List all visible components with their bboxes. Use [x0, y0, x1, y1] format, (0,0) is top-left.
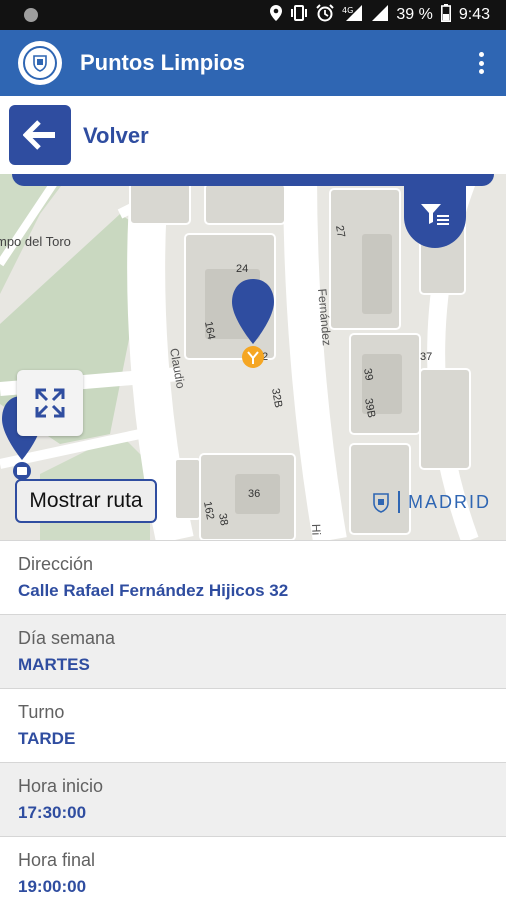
detail-value: 17:30:00	[18, 803, 87, 822]
detail-label: Turno	[18, 702, 65, 722]
map-building-number: 36	[248, 488, 260, 500]
detail-label: Hora final	[18, 850, 96, 870]
overflow-menu-button[interactable]	[476, 49, 486, 77]
detail-value: 19:00:00	[18, 877, 87, 896]
status-icons: 4G 39 % 9:43	[270, 0, 490, 30]
detail-row-shift: Turno TARDE	[0, 688, 506, 762]
filter-list-icon	[421, 204, 449, 225]
detail-row-weekday: Día semana MARTES	[0, 614, 506, 688]
map-place-label: mpo del Toro	[0, 234, 71, 249]
filter-button[interactable]	[404, 182, 466, 248]
map-street-label: Hi	[309, 524, 323, 536]
map-building-number: 39	[361, 367, 375, 381]
madrid-logo: MADRID	[372, 491, 491, 513]
madrid-logo-text: MADRID	[408, 491, 491, 512]
madrid-logo-divider	[398, 491, 400, 513]
more-vert-icon	[478, 52, 484, 57]
detail-row-end-time: Hora final 19:00:00	[0, 836, 506, 910]
detail-label: Dirección	[18, 554, 94, 574]
details-list: Dirección Calle Rafael Fernández Hijicos…	[0, 540, 506, 910]
alarm-icon	[316, 3, 335, 27]
map-building-number: 38	[216, 512, 230, 526]
vibrate-icon	[290, 4, 308, 26]
detail-value: MARTES	[18, 655, 90, 674]
arrow-left-icon	[23, 120, 55, 150]
app-logo	[18, 41, 62, 85]
detail-row-start-time: Hora inicio 17:30:00	[0, 762, 506, 836]
detail-label: Hora inicio	[18, 776, 104, 796]
detail-value: TARDE	[18, 729, 76, 748]
map-building-number: 37	[420, 351, 432, 363]
app-bar: Puntos Limpios	[0, 30, 506, 96]
detail-label: Día semana	[18, 628, 116, 648]
back-button[interactable]	[9, 105, 71, 165]
network-type: 4G	[342, 6, 353, 15]
signal-icon	[372, 4, 389, 26]
battery-percent: 39 %	[396, 6, 433, 23]
expand-arrows-icon	[35, 388, 65, 418]
map-building-number: 24	[236, 263, 248, 275]
show-route-button[interactable]: Mostrar ruta	[15, 479, 157, 523]
detail-row-address: Dirección Calle Rafael Fernández Hijicos…	[0, 540, 506, 614]
back-label[interactable]: Volver	[83, 123, 149, 149]
map-building-number: 27	[333, 224, 347, 238]
battery-icon	[440, 3, 451, 27]
status-bar: 4G 39 % 9:43	[0, 0, 506, 30]
madrid-shield-icon	[373, 493, 389, 513]
fullscreen-button[interactable]	[17, 370, 83, 436]
back-bar: Volver	[0, 96, 506, 174]
signal-4g-icon: 4G	[342, 4, 364, 26]
notification-dot-icon	[24, 8, 38, 22]
clock-time: 9:43	[458, 6, 490, 23]
app-title: Puntos Limpios	[80, 50, 245, 75]
detail-value: Calle Rafael Fernández Hijicos 32	[18, 581, 289, 600]
location-icon	[270, 4, 283, 26]
